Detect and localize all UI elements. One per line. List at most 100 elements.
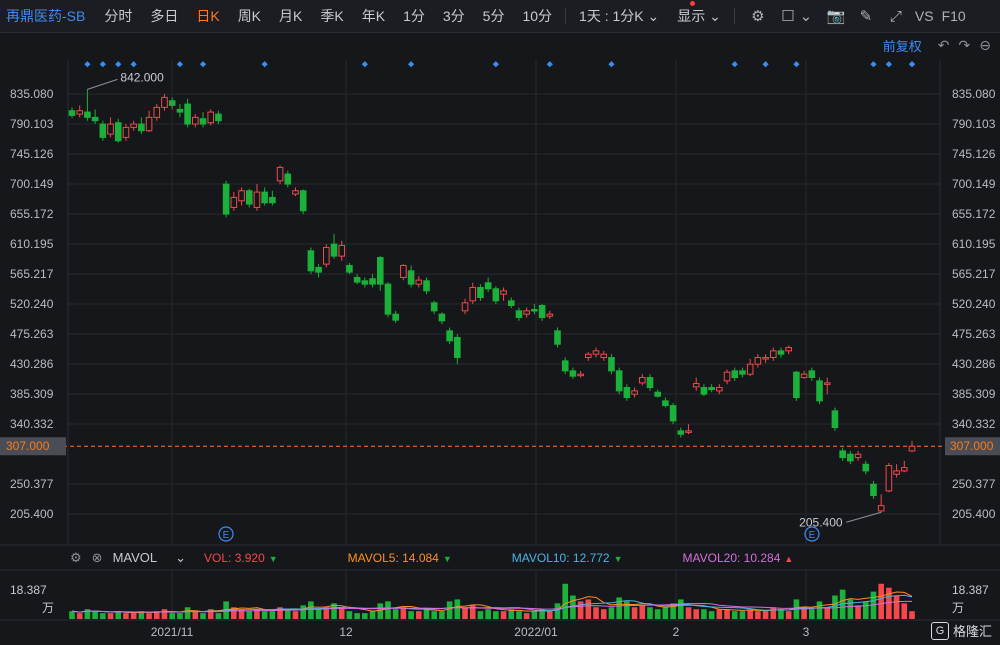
- candle-down: [315, 266, 322, 273]
- candle-up: [323, 246, 330, 265]
- volume-bar-down: [215, 613, 222, 619]
- candle-down: [307, 250, 315, 272]
- news-diamond-icon: [731, 61, 738, 68]
- volume-bar-down: [431, 611, 438, 619]
- price-tick-right: 655.172: [952, 207, 996, 221]
- candle-down: [507, 300, 515, 306]
- volume-bar-down: [708, 611, 715, 619]
- candle-up: [785, 347, 792, 352]
- volume-bar-down: [300, 605, 306, 619]
- low-label: 205.400: [799, 515, 843, 529]
- candle-up: [692, 383, 700, 388]
- current-price-right: 307.000: [950, 439, 994, 453]
- candle-down: [454, 337, 461, 359]
- indicator-select[interactable]: MAVOL ⌄: [113, 550, 186, 566]
- candle-up: [523, 310, 530, 315]
- candle-up: [400, 264, 407, 278]
- mavol10-value: MAVOL10: 12.772 ▼: [511, 551, 623, 565]
- volume-bar-up: [785, 611, 792, 619]
- candle-up: [716, 387, 723, 392]
- candle-up: [746, 363, 754, 375]
- price-tick-right: 340.332: [952, 417, 996, 431]
- volume-bar-down: [662, 607, 669, 619]
- vol-axis-top-left: 18.387: [10, 583, 47, 597]
- volume-bar-up: [400, 607, 407, 619]
- volume-bar-up: [600, 609, 607, 619]
- candle-down: [114, 122, 122, 142]
- volume-bar-down: [477, 611, 484, 619]
- candle-up: [415, 279, 423, 285]
- news-diamond-icon: [99, 61, 106, 68]
- volume-legend: ⚙ ⊗ MAVOL ⌄ VOL: 3.920 ▼ MAVOL5: 14.084 ▼ M…: [0, 548, 1000, 568]
- volume-bar-down: [654, 609, 661, 619]
- candle-up: [592, 350, 600, 355]
- price-tick-left: 700.149: [10, 177, 54, 191]
- candle-down: [731, 370, 739, 379]
- candle-up: [130, 123, 137, 128]
- news-diamond-icon: [361, 61, 368, 68]
- price-tick-left: 745.126: [10, 147, 54, 161]
- volume-bar-up: [462, 607, 468, 619]
- candle-up: [877, 505, 885, 512]
- candle-up: [762, 357, 769, 360]
- price-tick-left: 565.217: [10, 267, 54, 281]
- candle-down: [608, 357, 615, 372]
- price-tick-right: 745.126: [952, 147, 996, 161]
- volume-bar-down: [616, 597, 622, 619]
- volume-bar-up: [639, 605, 646, 619]
- volume-bar-down: [169, 613, 175, 619]
- volume-bar-up: [693, 609, 700, 619]
- volume-bar-down: [362, 613, 368, 619]
- volume-bar-down: [562, 583, 569, 619]
- volume-bar-down: [100, 613, 106, 619]
- volume-bar-up: [415, 611, 422, 619]
- vol-value: VOL: 3.920 ▼: [204, 551, 278, 565]
- candle-down: [222, 183, 230, 215]
- candle-down: [353, 276, 361, 283]
- candle-up: [461, 302, 469, 312]
- volume-bar-down: [261, 611, 268, 619]
- candle-up: [638, 377, 646, 384]
- news-diamond-icon: [130, 61, 137, 68]
- candle-up: [631, 390, 638, 395]
- volume-bar-down: [408, 611, 414, 619]
- candle-down: [484, 282, 492, 290]
- candle-down: [91, 116, 99, 122]
- volume-bar-up: [893, 595, 900, 619]
- candle-down: [870, 483, 877, 497]
- volume-bar-down: [516, 611, 522, 619]
- volume-bar-up: [192, 611, 199, 619]
- volume-bar-down: [315, 609, 322, 619]
- volume-bar-down: [739, 611, 746, 619]
- gear-icon[interactable]: ⚙: [70, 550, 82, 566]
- news-diamond-icon: [793, 61, 800, 68]
- event-markers: EE: [84, 61, 916, 542]
- candle-up: [145, 116, 153, 132]
- volume-bar-down: [308, 601, 314, 619]
- price-tick-left: 385.309: [10, 387, 54, 401]
- candle-up: [253, 191, 261, 208]
- candle-up: [292, 190, 299, 195]
- news-diamond-icon: [762, 61, 769, 68]
- time-tick: 12: [339, 625, 353, 639]
- candle-down: [531, 308, 538, 312]
- volume-bar-down: [115, 611, 122, 619]
- volume-bar-up: [770, 607, 777, 619]
- close-icon[interactable]: ⊗: [92, 550, 103, 566]
- candle-down: [184, 103, 191, 125]
- price-tick-left: 790.103: [10, 117, 54, 131]
- candle-up: [577, 373, 584, 377]
- logo-icon: G: [930, 621, 949, 640]
- candle-down: [215, 113, 222, 122]
- volume-bar-up: [901, 603, 908, 619]
- candle-up: [153, 106, 161, 118]
- down-arrow-icon: ▼: [268, 554, 278, 564]
- candle-up: [685, 430, 692, 433]
- volume-bar-up: [631, 607, 638, 619]
- chevron-down-icon: ⌄: [175, 550, 187, 565]
- volume-bar-down: [354, 613, 360, 619]
- volume-bar-up: [546, 611, 553, 619]
- candle-up: [754, 357, 762, 365]
- chart-grid: [0, 60, 1000, 621]
- mavol5-value: MAVOL5: 14.084 ▼: [347, 551, 452, 565]
